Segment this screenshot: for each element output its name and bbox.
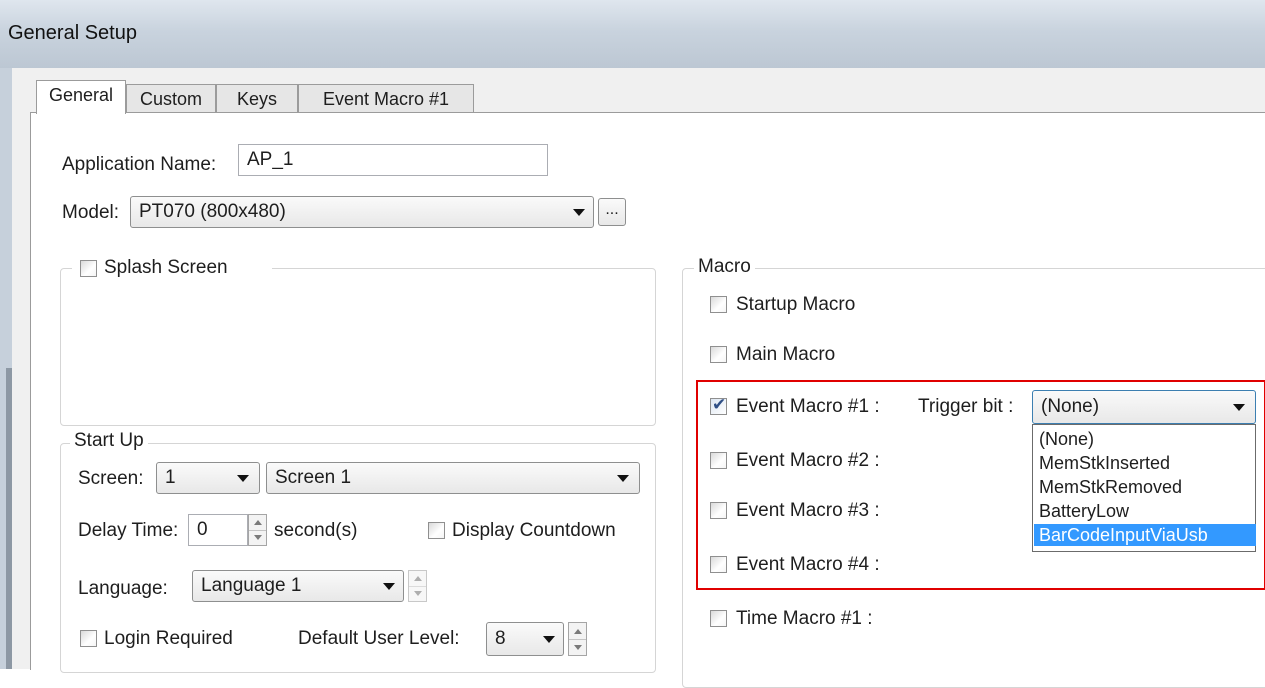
model-dropdown-value: PT070 (800x480) [139,201,286,222]
time-macro-1-checkbox[interactable] [710,610,727,627]
trigger-option[interactable]: MemStkInserted [1034,452,1256,474]
chevron-down-icon [573,209,585,216]
tab-general[interactable]: General [36,80,126,114]
spin-down-icon [254,535,262,540]
trigger-option[interactable]: MemStkRemoved [1034,476,1256,498]
user-level-spinner[interactable] [568,622,587,656]
event-macro-3-label: Event Macro #3 : [736,500,880,521]
event-macro-1-checkbox[interactable]: ✔ [710,395,727,415]
user-level-value: 8 [495,628,506,649]
event-macro-4-checkbox[interactable] [710,556,727,573]
tab-keys[interactable]: Keys [216,84,298,113]
model-label: Model: [62,202,120,223]
title-bar [0,0,1265,69]
event-macro-1-label: Event Macro #1 : [736,396,880,417]
spin-up-icon [414,576,422,581]
login-required-label: Login Required [104,628,233,649]
delay-time-input[interactable]: 0 [188,514,248,546]
delay-time-unit: second(s) [274,520,358,541]
chevron-down-icon [1233,404,1245,411]
user-level-dropdown[interactable]: 8 [486,622,564,656]
event-macro-2-label: Event Macro #2 : [736,450,880,471]
delay-time-spinner[interactable] [248,514,267,546]
macro-legend: Macro [694,256,755,278]
screen-name-value: Screen 1 [275,467,352,488]
checkmark-icon: ✔ [712,395,727,414]
chevron-down-icon [383,583,395,590]
startup-macro-checkbox[interactable] [710,296,727,313]
model-dropdown[interactable]: PT070 (800x480) [130,196,594,228]
screen-number-value: 1 [165,467,176,488]
screen-label: Screen: [78,468,144,489]
trigger-option[interactable]: BatteryLow [1034,500,1256,522]
event-macro-2-checkbox[interactable] [710,452,727,469]
trigger-option[interactable]: (None) [1034,428,1256,450]
spin-down-icon [414,591,422,596]
login-required-checkbox[interactable] [80,630,97,647]
spin-up-icon [574,629,582,634]
language-value: Language 1 [201,575,302,596]
startup-macro-label: Startup Macro [736,294,856,315]
chevron-down-icon [543,636,555,643]
spin-down-icon [574,645,582,650]
app-name-input[interactable]: AP_1 [238,144,548,176]
model-browse-button[interactable]: ... [598,198,626,226]
main-macro-label: Main Macro [736,344,836,365]
event-macro-4-label: Event Macro #4 : [736,554,880,575]
trigger-bit-value: (None) [1041,396,1100,417]
screen-name-dropdown[interactable]: Screen 1 [266,462,640,494]
display-countdown-checkbox[interactable] [428,522,445,539]
screen-number-dropdown[interactable]: 1 [156,462,260,494]
event-macro-3-checkbox[interactable] [710,502,727,519]
splash-screen-group [60,268,656,426]
splash-screen-label: Splash Screen [104,257,228,278]
window-title: General Setup [8,22,137,44]
delay-time-label: Delay Time: [78,520,179,541]
app-name-label: Application Name: [62,154,217,175]
trigger-bit-options-list[interactable]: (None) MemStkInserted MemStkRemoved Batt… [1032,424,1256,552]
main-macro-checkbox[interactable] [710,346,727,363]
trigger-bit-dropdown[interactable]: (None) [1032,390,1256,424]
startup-legend: Start Up [70,430,148,452]
language-dropdown[interactable]: Language 1 [192,570,404,602]
chevron-down-icon [237,475,249,482]
default-user-level-label: Default User Level: [298,628,460,649]
splash-screen-checkbox[interactable] [80,260,97,277]
spin-up-icon [254,520,262,525]
language-spinner[interactable] [408,570,427,602]
tab-event-macro-1[interactable]: Event Macro #1 [298,84,474,113]
time-macro-1-label: Time Macro #1 : [736,608,873,629]
tab-custom[interactable]: Custom [126,84,216,113]
language-label: Language: [78,578,168,599]
chevron-down-icon [617,475,629,482]
trigger-bit-label: Trigger bit : [918,396,1014,417]
trigger-option-selected[interactable]: BarCodeInputViaUsb [1034,524,1256,546]
window-left-edge [0,68,12,669]
display-countdown-label: Display Countdown [452,520,616,541]
